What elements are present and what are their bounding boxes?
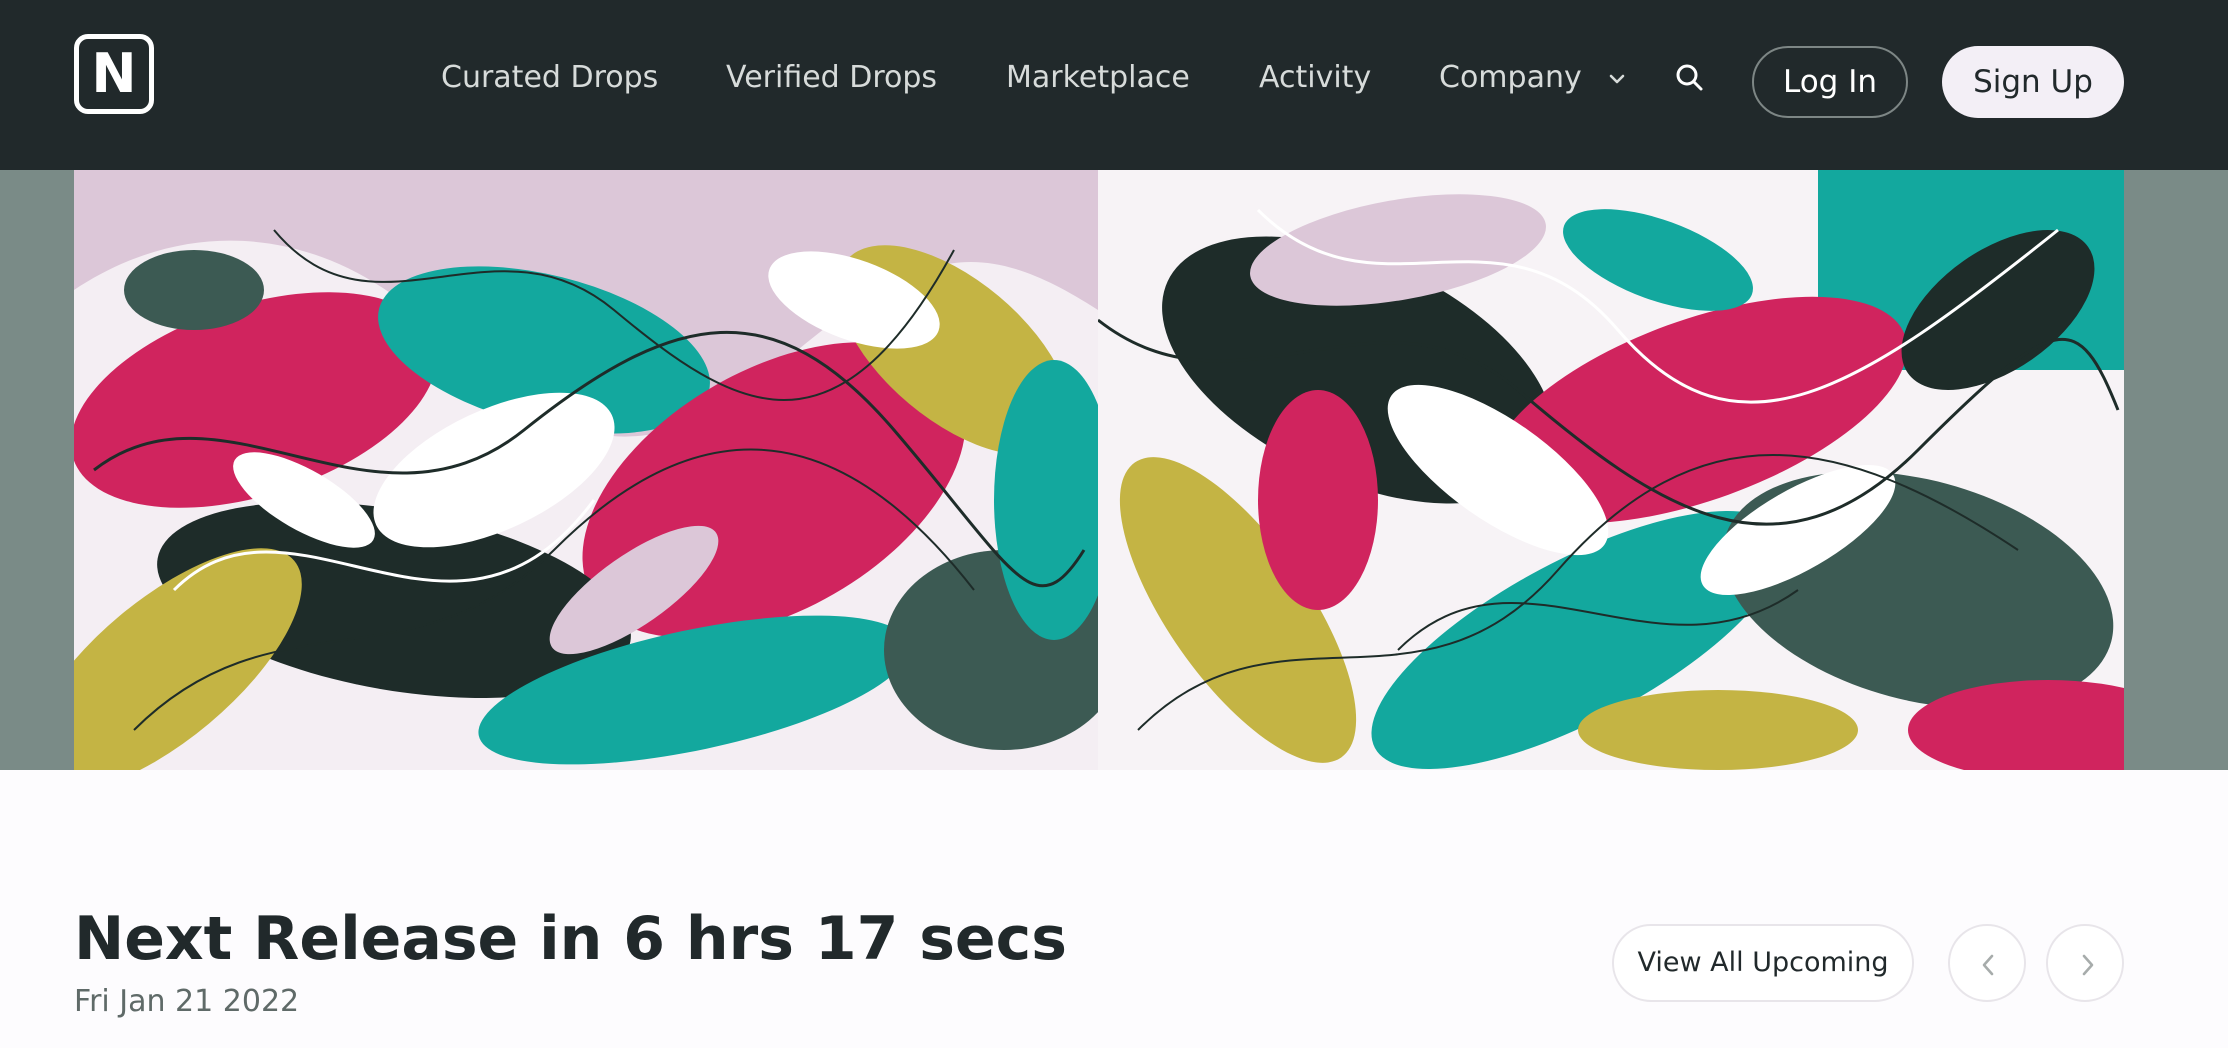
- nav-marketplace[interactable]: Marketplace: [1006, 58, 1190, 98]
- top-navigation-bar: N Curated Drops Verified Drops Marketpla…: [0, 0, 2228, 170]
- artwork-image-left[interactable]: [74, 170, 1098, 770]
- logo[interactable]: N: [74, 34, 154, 114]
- previous-button[interactable]: [1948, 924, 2026, 1002]
- chevron-down-icon[interactable]: [1608, 70, 1626, 88]
- view-all-upcoming-button[interactable]: View All Upcoming: [1612, 924, 1914, 1002]
- featured-artwork-banner: [0, 170, 2228, 770]
- nav-company[interactable]: Company: [1439, 58, 1582, 98]
- release-date: Fri Jan 21 2022: [74, 984, 300, 1019]
- next-button[interactable]: [2046, 924, 2124, 1002]
- nav-activity[interactable]: Activity: [1259, 58, 1371, 98]
- search-icon[interactable]: [1674, 62, 1706, 94]
- login-button[interactable]: Log In: [1752, 46, 1908, 118]
- chevron-left-icon: [1982, 954, 1994, 976]
- artwork-image-right[interactable]: [1098, 170, 2124, 770]
- nav-verified-drops[interactable]: Verified Drops: [726, 58, 937, 98]
- signup-button[interactable]: Sign Up: [1942, 46, 2124, 118]
- next-release-countdown: Next Release in 6 hrs 17 secs: [74, 904, 1067, 974]
- nav-curated-drops[interactable]: Curated Drops: [441, 58, 658, 98]
- chevron-right-icon: [2082, 954, 2094, 976]
